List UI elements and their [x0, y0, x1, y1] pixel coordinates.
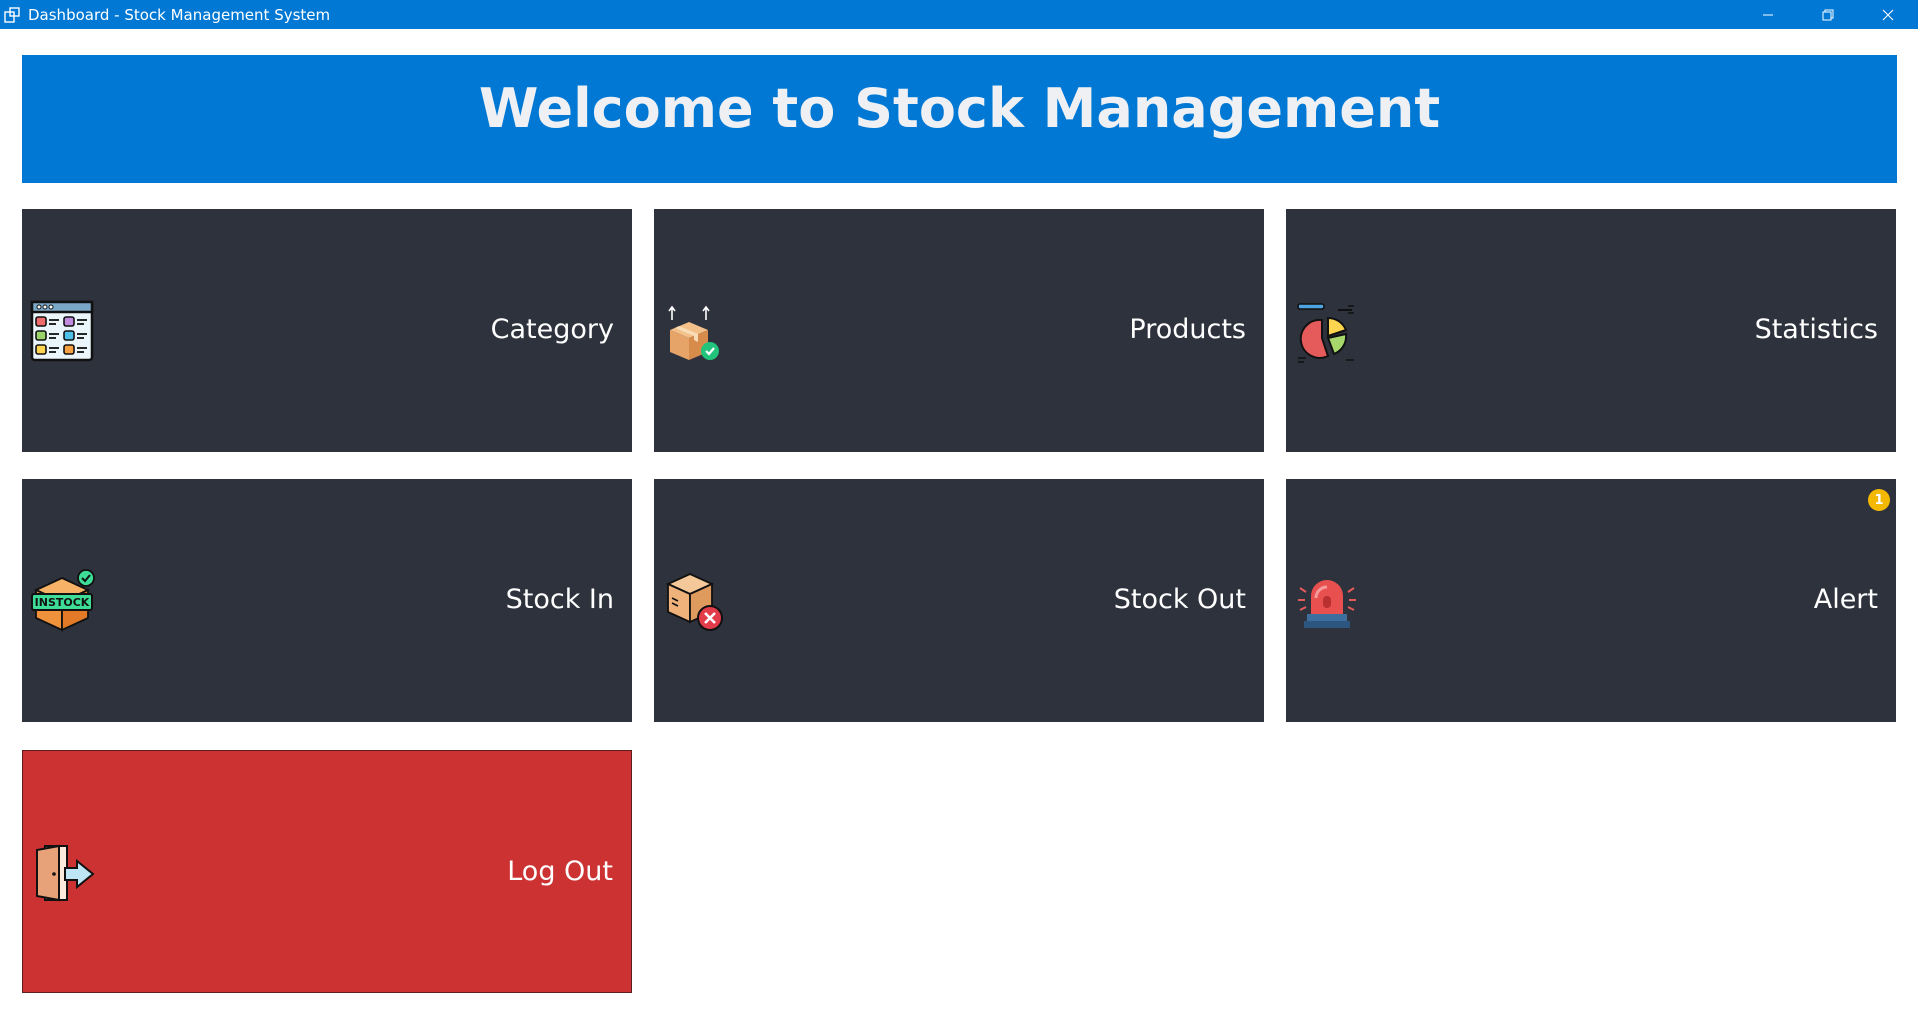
pie-chart-icon	[1294, 298, 1360, 364]
stock-in-tile[interactable]: INSTOCK Stock In	[22, 479, 632, 722]
welcome-banner: Welcome to Stock Management	[22, 55, 1897, 183]
exit-door-icon	[31, 840, 97, 906]
minimize-button[interactable]	[1738, 0, 1798, 29]
siren-icon	[1294, 568, 1360, 634]
window-titlebar: Dashboard - Stock Management System	[0, 0, 1918, 29]
logout-tile[interactable]: Log Out	[22, 750, 632, 993]
alert-count-badge: 1	[1868, 489, 1890, 511]
category-tile[interactable]: Category	[22, 209, 632, 452]
logout-label: Log Out	[507, 856, 613, 887]
window-controls	[1738, 0, 1918, 29]
in-stock-icon: INSTOCK	[30, 568, 96, 634]
statistics-tile[interactable]: Statistics	[1286, 209, 1896, 452]
banner-title: Welcome to Stock Management	[478, 76, 1441, 140]
category-grid-icon	[30, 298, 96, 364]
category-label: Category	[490, 314, 614, 345]
stock-out-tile[interactable]: Stock Out	[654, 479, 1264, 722]
restore-icon	[1822, 9, 1834, 20]
products-label: Products	[1129, 314, 1246, 345]
alert-label: Alert	[1813, 584, 1878, 615]
stock-out-label: Stock Out	[1113, 584, 1246, 615]
window-title: Dashboard - Stock Management System	[28, 5, 331, 24]
product-box-icon	[662, 298, 728, 364]
out-of-stock-icon	[662, 568, 728, 634]
restore-button[interactable]	[1798, 0, 1858, 29]
products-tile[interactable]: Products	[654, 209, 1264, 452]
svg-text:INSTOCK: INSTOCK	[35, 596, 90, 609]
minimize-icon	[1763, 14, 1773, 15]
close-icon	[1882, 9, 1894, 20]
close-button[interactable]	[1858, 0, 1918, 29]
app-icon	[3, 6, 21, 24]
stock-in-label: Stock In	[505, 584, 614, 615]
alert-tile[interactable]: 1 Alert	[1286, 479, 1896, 722]
statistics-label: Statistics	[1754, 314, 1878, 345]
